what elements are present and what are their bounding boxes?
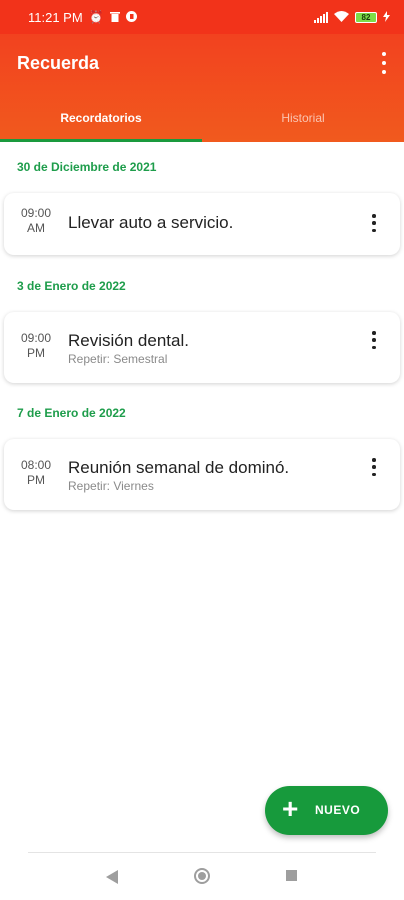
back-icon[interactable] [106,870,118,884]
status-time: 11:21 PM [28,9,83,25]
reminder-title: Llevar auto a servicio. [68,213,234,232]
date-header: 30 de Diciembre de 2021 [17,160,157,174]
status-bar: 11:21 PM ⏰ 82 [0,0,404,34]
system-nav-bar [0,853,404,900]
charging-icon [383,10,390,25]
app-notification-icon [125,10,137,24]
wifi-icon [334,10,349,25]
app-bar: Recuerda Recordatorios Historial [0,34,404,142]
recent-apps-icon[interactable] [286,870,297,881]
reminder-title: Revisión dental. [68,331,189,350]
reminder-card[interactable]: 08:00 PM Reunión semanal de dominó. Repe… [4,439,400,510]
more-options-icon[interactable] [370,214,378,232]
home-icon[interactable] [194,868,210,884]
tab-recordatorios[interactable]: Recordatorios [0,94,202,142]
reminder-time: 09:00 AM [20,206,52,235]
date-header: 7 de Enero de 2022 [17,406,126,420]
tab-bar: Recordatorios Historial [0,94,404,142]
trash-icon [109,11,120,24]
reminder-repeat: Repetir: Semestral [68,352,168,366]
overflow-menu-icon[interactable] [376,52,392,74]
battery-icon: 82 [355,11,377,23]
reminder-card[interactable]: 09:00 AM Llevar auto a servicio. [4,193,400,255]
alarm-icon: ⏰ [88,10,104,24]
app-title: Recuerda [17,53,100,73]
new-reminder-button[interactable]: + NUEVO [265,786,388,835]
tab-historial[interactable]: Historial [202,94,404,142]
more-options-icon[interactable] [370,331,378,349]
signal-icon [314,11,328,23]
reminder-time: 09:00 PM [20,331,52,360]
date-header: 3 de Enero de 2022 [17,279,126,293]
more-options-icon[interactable] [370,458,378,476]
reminder-title: Reunión semanal de dominó. [68,458,290,477]
reminder-card[interactable]: 09:00 PM Revisión dental. Repetir: Semes… [4,312,400,383]
fab-label: NUEVO [315,803,361,817]
plus-icon: + [282,793,299,824]
reminder-time: 08:00 PM [20,458,52,487]
reminder-repeat: Repetir: Viernes [68,479,154,493]
